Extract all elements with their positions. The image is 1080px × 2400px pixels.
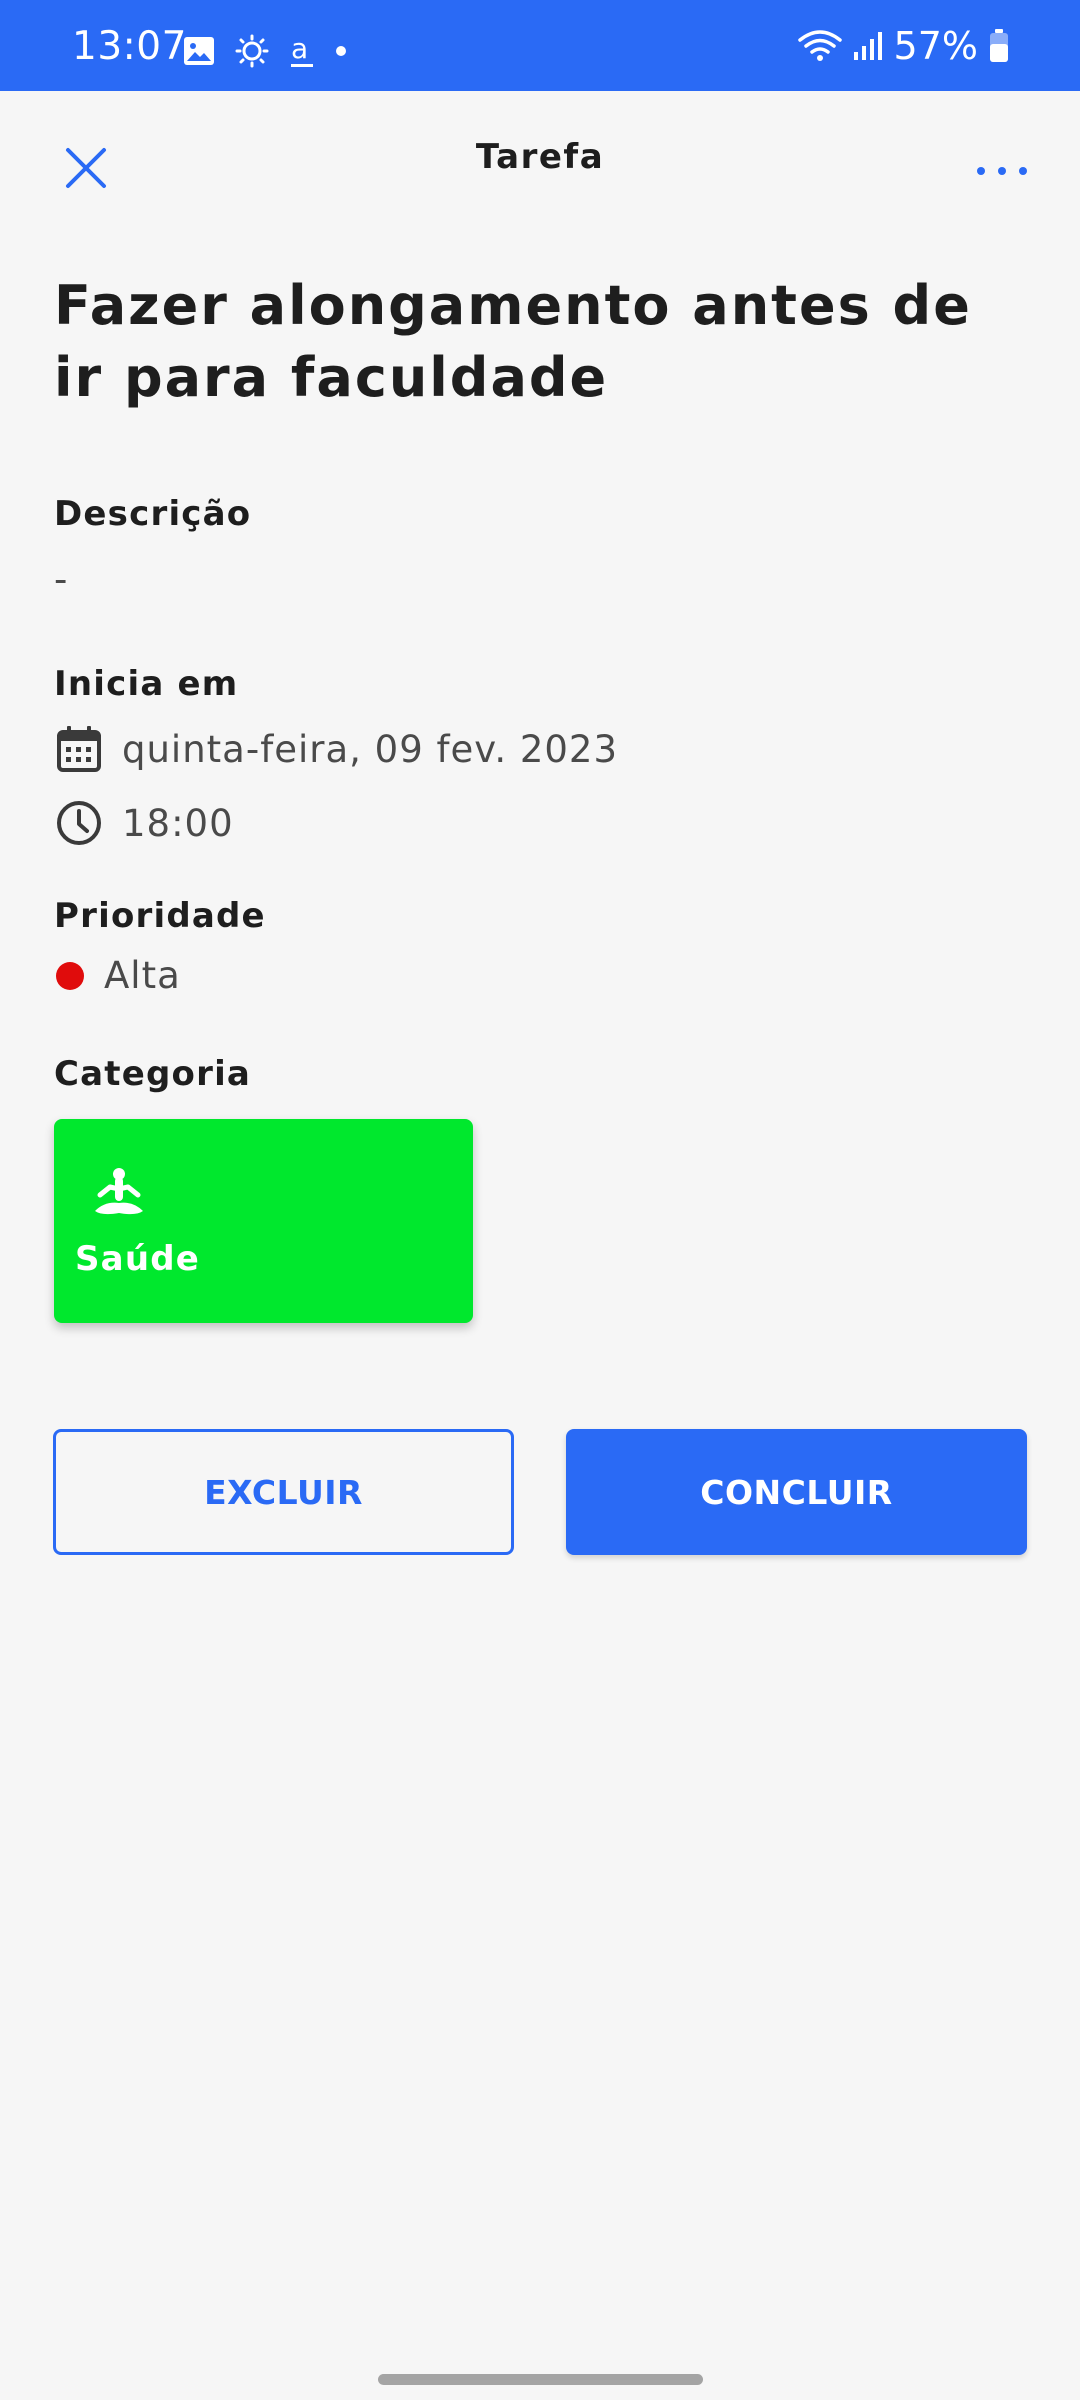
battery-icon (988, 28, 1010, 64)
priority-label: Prioridade (54, 896, 266, 936)
calendar-icon (54, 724, 104, 774)
start-label: Inicia em (54, 664, 239, 704)
task-title: Fazer alongamento antes de ir para facul… (54, 274, 972, 409)
app-bar: Tarefa (0, 91, 1080, 231)
task-details: Fazer alongamento antes de ir para facul… (54, 270, 1034, 1323)
svg-text:a: a (291, 33, 308, 65)
start-date-row: quinta-feira, 09 fev. 2023 (54, 724, 618, 774)
dot-icon (335, 45, 347, 57)
status-bar: 13:07 a 57% (0, 0, 1080, 91)
complete-button[interactable]: CONCLUIR (566, 1429, 1027, 1555)
more-horizontal-icon (976, 161, 1028, 180)
signal-icon (852, 30, 884, 62)
status-time: 13:07 (72, 24, 187, 69)
gesture-navigation-bar[interactable] (378, 2374, 703, 2385)
status-system-icons: 57% (788, 24, 1010, 68)
category-name: Saúde (75, 1239, 201, 1279)
category-label: Categoria (54, 1054, 252, 1094)
priority-row: Alta (54, 954, 181, 997)
amazon-icon: a (289, 33, 315, 69)
delete-button[interactable]: EXCLUIR (53, 1429, 514, 1555)
priority-indicator (56, 961, 84, 990)
description-value: - (54, 558, 69, 601)
category-card[interactable]: Saúde (54, 1119, 473, 1323)
meditation-icon (90, 1167, 148, 1219)
more-options-button[interactable] (962, 134, 1042, 206)
battery-percentage: 57% (893, 24, 978, 68)
image-icon (183, 35, 215, 67)
page-title: Tarefa (475, 137, 605, 177)
wifi-icon (797, 28, 842, 64)
priority-value: Alta (104, 954, 181, 997)
start-time: 18:00 (122, 801, 234, 845)
clock-icon (54, 798, 104, 848)
status-notification-icons: a (183, 33, 367, 69)
start-date: quinta-feira, 09 fev. 2023 (122, 727, 619, 771)
start-time-row: 18:00 (54, 798, 234, 848)
description-label: Descrição (54, 494, 252, 534)
brightness-icon (235, 34, 269, 68)
